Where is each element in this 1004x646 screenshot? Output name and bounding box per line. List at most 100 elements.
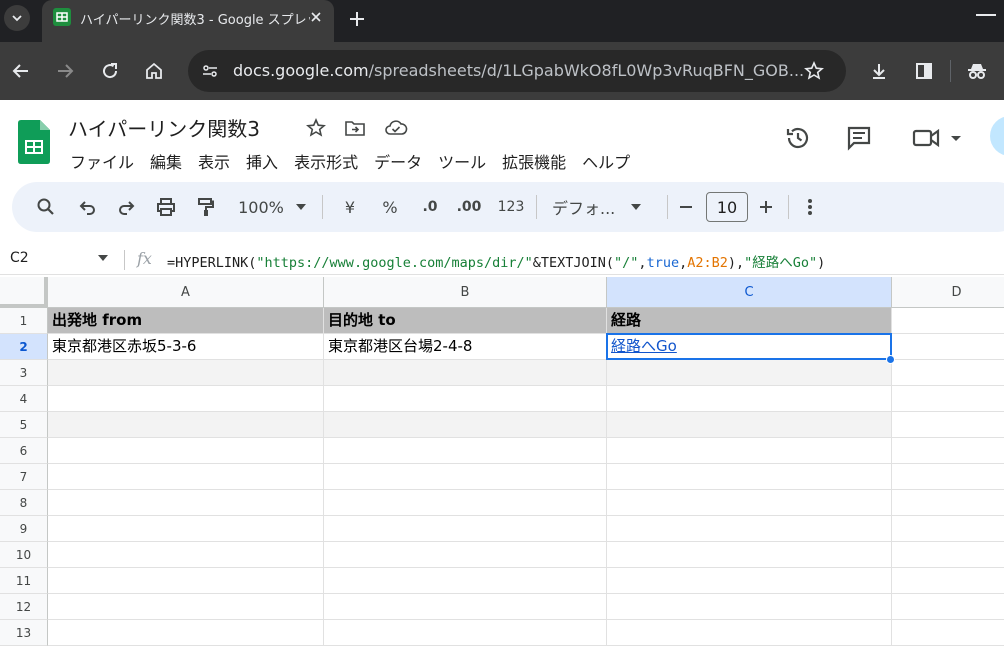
cell-a2[interactable]: 東京都港区赤坂5-3-6 bbox=[48, 334, 324, 360]
cell-d13[interactable] bbox=[892, 620, 1004, 646]
cell-d3[interactable] bbox=[892, 360, 1004, 386]
row-header[interactable]: 4 bbox=[0, 386, 48, 412]
cell-c6[interactable] bbox=[607, 438, 892, 464]
cell-b8[interactable] bbox=[324, 490, 607, 516]
column-header-c[interactable]: C bbox=[607, 277, 892, 308]
row-header[interactable]: 13 bbox=[0, 620, 48, 646]
menu-insert[interactable]: 挿入 bbox=[238, 147, 286, 173]
cell-a13[interactable] bbox=[48, 620, 324, 646]
font-family-select[interactable]: デフォ... bbox=[552, 195, 652, 219]
cell-b6[interactable] bbox=[324, 438, 607, 464]
site-info-icon[interactable] bbox=[198, 59, 222, 83]
reload-button[interactable] bbox=[95, 56, 125, 86]
cell-a1[interactable]: 出発地 from bbox=[48, 308, 324, 334]
decrease-font-size-button[interactable] bbox=[676, 195, 696, 219]
cell-b5[interactable] bbox=[324, 412, 607, 438]
name-box-dropdown-icon[interactable] bbox=[98, 255, 108, 261]
redo-button[interactable] bbox=[114, 195, 138, 219]
bookmark-star-icon[interactable] bbox=[802, 59, 826, 83]
more-options-button[interactable] bbox=[802, 195, 818, 219]
cell-b12[interactable] bbox=[324, 594, 607, 620]
cell-a9[interactable] bbox=[48, 516, 324, 542]
cell-b4[interactable] bbox=[324, 386, 607, 412]
menu-file[interactable]: ファイル bbox=[62, 147, 142, 173]
column-header-b[interactable]: B bbox=[324, 277, 607, 308]
tab-search-button[interactable] bbox=[4, 5, 30, 31]
menu-edit[interactable]: 編集 bbox=[142, 147, 190, 173]
font-size-input[interactable]: 10 bbox=[706, 192, 748, 222]
row-header[interactable]: 8 bbox=[0, 490, 48, 516]
cell-d8[interactable] bbox=[892, 490, 1004, 516]
cell-c12[interactable] bbox=[607, 594, 892, 620]
downloads-button[interactable] bbox=[864, 56, 894, 86]
back-button[interactable] bbox=[6, 56, 36, 86]
cell-a7[interactable] bbox=[48, 464, 324, 490]
menu-format[interactable]: 表示形式 bbox=[286, 147, 366, 173]
cell-a3[interactable] bbox=[48, 360, 324, 386]
cell-c5[interactable] bbox=[607, 412, 892, 438]
cell-b9[interactable] bbox=[324, 516, 607, 542]
cell-b11[interactable] bbox=[324, 568, 607, 594]
menu-tools[interactable]: ツール bbox=[430, 147, 494, 173]
meet-button[interactable] bbox=[910, 122, 966, 154]
more-formats-button[interactable]: 123 bbox=[496, 195, 526, 219]
menu-view[interactable]: 表示 bbox=[190, 147, 238, 173]
cell-d12[interactable] bbox=[892, 594, 1004, 620]
cell-d4[interactable] bbox=[892, 386, 1004, 412]
address-bar[interactable]: docs.google.com/spreadsheets/d/1LGpabWkO… bbox=[188, 50, 846, 92]
cloud-saved-icon[interactable] bbox=[384, 116, 408, 140]
new-tab-button[interactable] bbox=[344, 6, 370, 32]
undo-button[interactable] bbox=[76, 195, 100, 219]
cell-c3[interactable] bbox=[607, 360, 892, 386]
name-box[interactable]: C2 bbox=[10, 250, 29, 266]
search-menus-button[interactable] bbox=[34, 195, 58, 219]
menu-extensions[interactable]: 拡張機能 bbox=[494, 147, 574, 173]
menu-data[interactable]: データ bbox=[366, 147, 430, 173]
cell-d6[interactable] bbox=[892, 438, 1004, 464]
home-button[interactable] bbox=[139, 56, 169, 86]
side-panel-button[interactable] bbox=[909, 56, 939, 86]
sheets-logo-icon[interactable] bbox=[18, 120, 50, 164]
increase-decimal-button[interactable]: .00 bbox=[454, 195, 484, 219]
currency-format-button[interactable]: ¥ bbox=[340, 195, 360, 219]
decrease-decimal-button[interactable]: .0 bbox=[416, 195, 444, 219]
star-icon[interactable] bbox=[304, 116, 328, 140]
cell-d1[interactable] bbox=[892, 308, 1004, 334]
cell-c9[interactable] bbox=[607, 516, 892, 542]
cell-b7[interactable] bbox=[324, 464, 607, 490]
account-avatar[interactable] bbox=[990, 116, 1004, 156]
cell-d7[interactable] bbox=[892, 464, 1004, 490]
increase-font-size-button[interactable] bbox=[756, 195, 776, 219]
row-header[interactable]: 5 bbox=[0, 412, 48, 438]
row-header[interactable]: 7 bbox=[0, 464, 48, 490]
cell-a4[interactable] bbox=[48, 386, 324, 412]
row-header[interactable]: 6 bbox=[0, 438, 48, 464]
cell-d5[interactable] bbox=[892, 412, 1004, 438]
window-minimize-button[interactable] bbox=[976, 14, 996, 16]
tab-close-icon[interactable] bbox=[306, 7, 326, 27]
cell-a8[interactable] bbox=[48, 490, 324, 516]
cell-b1[interactable]: 目的地 to bbox=[324, 308, 607, 334]
fill-handle[interactable] bbox=[886, 355, 895, 364]
cell-c8[interactable] bbox=[607, 490, 892, 516]
cell-d11[interactable] bbox=[892, 568, 1004, 594]
cell-c11[interactable] bbox=[607, 568, 892, 594]
formula-input[interactable]: =HYPERLINK("https://www.google.com/maps/… bbox=[167, 251, 825, 271]
menu-help[interactable]: ヘルプ bbox=[574, 147, 638, 173]
cell-c1[interactable]: 経路 bbox=[607, 308, 892, 334]
cell-a11[interactable] bbox=[48, 568, 324, 594]
cell-c7[interactable] bbox=[607, 464, 892, 490]
cell-a6[interactable] bbox=[48, 438, 324, 464]
version-history-icon[interactable] bbox=[782, 122, 814, 154]
incognito-profile-button[interactable] bbox=[962, 56, 992, 86]
cell-c10[interactable] bbox=[607, 542, 892, 568]
cell-b2[interactable]: 東京都港区台場2-4-8 bbox=[324, 334, 607, 360]
cell-b10[interactable] bbox=[324, 542, 607, 568]
cell-d10[interactable] bbox=[892, 542, 1004, 568]
cell-c2[interactable]: 経路へGo bbox=[607, 334, 892, 360]
cell-b13[interactable] bbox=[324, 620, 607, 646]
percent-format-button[interactable]: % bbox=[378, 195, 402, 219]
cell-d2[interactable] bbox=[892, 334, 1004, 360]
cell-a5[interactable] bbox=[48, 412, 324, 438]
route-hyperlink[interactable]: 経路へGo bbox=[611, 337, 677, 355]
